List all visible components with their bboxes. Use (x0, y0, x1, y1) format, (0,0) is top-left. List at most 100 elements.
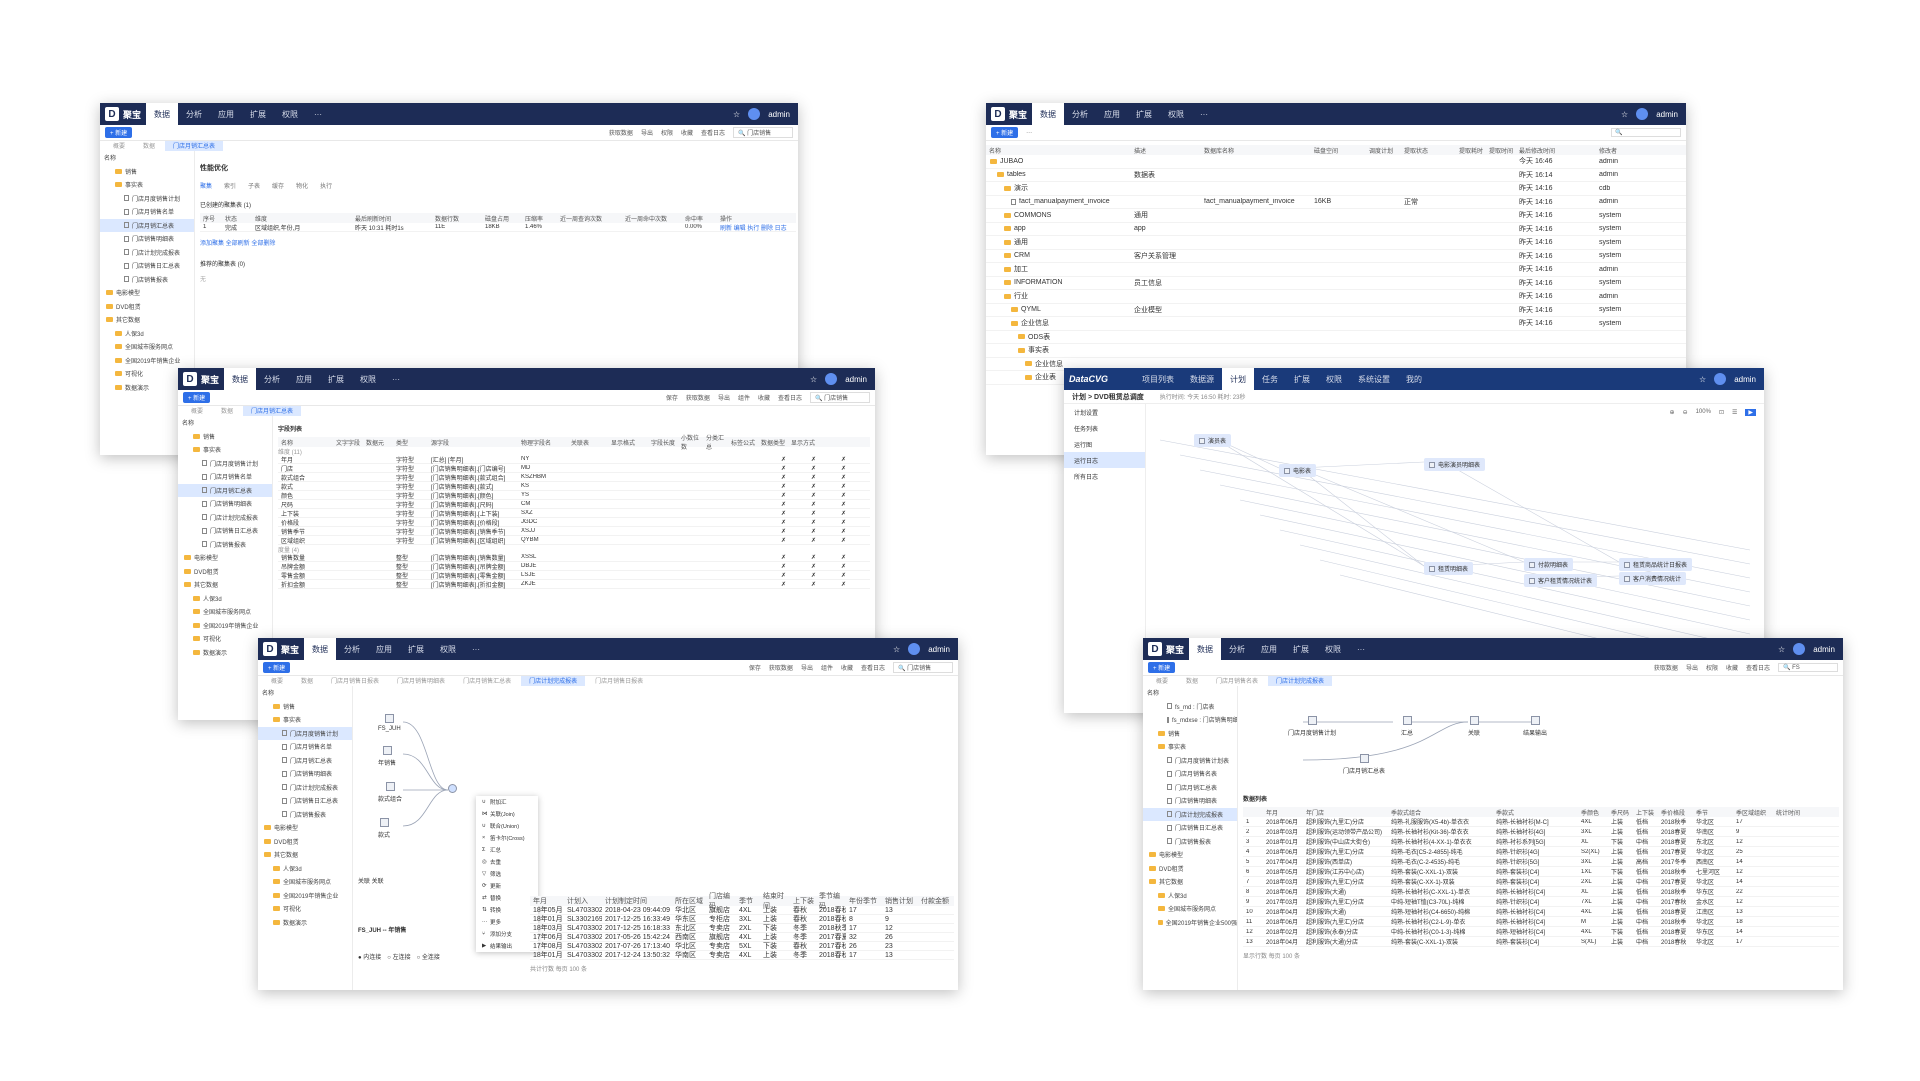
log-button[interactable]: 查看日志 (1746, 663, 1770, 672)
delete-icon[interactable]: ✗ (838, 510, 868, 517)
nav-analysis[interactable]: 分析 (256, 368, 288, 390)
delete-icon[interactable]: ✗ (838, 572, 868, 579)
sidebar-item[interactable]: 门店销售日汇总表 (178, 524, 272, 538)
nav-data[interactable]: 数据 (224, 368, 256, 390)
flow-node[interactable]: 款式 (378, 818, 390, 839)
sidebar-item[interactable]: 数据演示 (258, 916, 352, 930)
sidebar-item[interactable]: 其它数据 (100, 313, 194, 327)
tab[interactable]: 门店计划完成报表 (1268, 676, 1333, 686)
component-button[interactable]: 组件 (821, 663, 833, 672)
nav-item[interactable]: 项目列表 (1134, 368, 1182, 390)
sidebar-item[interactable]: 门店销售明细表 (1143, 794, 1237, 808)
nav-permission[interactable]: 权限 (432, 638, 464, 660)
delete-icon[interactable]: ✗ (778, 572, 808, 579)
sidebar-item[interactable]: 门店销售日汇总表 (1143, 821, 1237, 835)
nav-data[interactable]: 数据 (146, 103, 178, 125)
nav-permission[interactable]: 权限 (1160, 103, 1192, 125)
delete-icon[interactable]: ✗ (808, 474, 838, 481)
avatar[interactable] (1636, 108, 1649, 120)
nav-permission[interactable]: 权限 (274, 103, 306, 125)
flow-node[interactable]: 结果输出 (1523, 716, 1547, 737)
delete-icon[interactable]: ✗ (838, 492, 868, 499)
star-icon[interactable]: ☆ (1778, 645, 1785, 654)
sidebar-item[interactable]: DVD租赁 (1143, 862, 1237, 876)
export-button[interactable]: 导出 (801, 663, 813, 672)
nav-item[interactable]: 权限 (1318, 368, 1350, 390)
sidebar-item[interactable]: 门店月销售名单 (178, 470, 272, 484)
avatar[interactable] (748, 108, 761, 120)
delete-icon[interactable]: ✗ (778, 510, 808, 517)
join-mode-option[interactable]: ○ 全连接 (417, 952, 440, 961)
user-name[interactable]: admin (845, 375, 867, 384)
tab[interactable]: 门店月销售名表 (1208, 676, 1266, 686)
join-mode-option[interactable]: ● 内连接 (358, 952, 381, 961)
delete-icon[interactable]: ✗ (838, 474, 868, 481)
table-row[interactable]: 17年06月 SL4703302 2017-05-26 15:42:24 西南区 旗舰店… (530, 933, 954, 942)
sidebar-item[interactable]: 销售 (258, 700, 352, 714)
avatar[interactable] (908, 643, 921, 655)
fit-icon[interactable]: ⊡ (1719, 409, 1724, 416)
nav-data[interactable]: 数据 (1032, 103, 1064, 125)
get-data-button[interactable]: 获取数据 (686, 393, 710, 402)
delete-icon[interactable]: ✗ (838, 563, 868, 570)
graph-node[interactable]: 电影演员明细表 (1424, 458, 1486, 471)
app-logo[interactable]: D 聚宝 (178, 368, 224, 390)
delete-icon[interactable]: ✗ (778, 537, 808, 544)
tab[interactable]: 门店计划完成报表 (521, 676, 586, 686)
sidebar-item[interactable]: 销售 (1143, 727, 1237, 741)
log-button[interactable]: 查看日志 (778, 393, 802, 402)
table-row[interactable]: 1 完成 区域组织,年份,月 昨天 10:31 耗时1s 11E 18KB 1.46% 0.0… (200, 223, 796, 232)
sidebar-item[interactable]: 人保3d (1143, 889, 1237, 903)
export-button[interactable]: 导出 (1686, 663, 1698, 672)
more-icon[interactable]: ··· (1026, 130, 1032, 136)
sidebar-item[interactable]: 其它数据 (178, 578, 272, 592)
nav-item[interactable]: 任务 (1254, 368, 1286, 390)
sidebar-item[interactable]: 门店计划完成报表 (100, 246, 194, 260)
sidebar-item[interactable]: 门店销售明细表 (178, 497, 272, 511)
delete-icon[interactable]: ✗ (808, 501, 838, 508)
delete-icon[interactable]: ✗ (808, 465, 838, 472)
delete-icon[interactable]: ✗ (778, 519, 808, 526)
user-name[interactable]: admin (928, 645, 950, 654)
flow-canvas[interactable] (1243, 698, 1843, 788)
table-row[interactable]: 10 2018年04月 超利服饰(大通) 纯熟-短袖衬衫(C4-6650)-纯棉 纯熟-… (1243, 907, 1839, 917)
plan-menu-item[interactable]: 运行日志 (1064, 452, 1145, 468)
table-row[interactable]: 17年08月 SL4703302 2017-07-26 17:13:40 华北区 专卖店… (530, 942, 954, 951)
delete-icon[interactable]: ✗ (778, 483, 808, 490)
sidebar-item[interactable]: 门店销售报表 (178, 538, 272, 552)
nav-analysis[interactable]: 分析 (1064, 103, 1096, 125)
export-button[interactable]: 导出 (718, 393, 730, 402)
delete-icon[interactable]: ✗ (808, 519, 838, 526)
sidebar-item[interactable]: 门店销售日汇总表 (258, 794, 352, 808)
delete-icon[interactable]: ✗ (778, 581, 808, 588)
table-row[interactable]: 5 2017年04月 超利服饰(西单店) 纯熟-毛衣(C-2-4535)-纯毛 纯熟-针… (1243, 857, 1839, 867)
nav-item[interactable]: 我的 (1398, 368, 1430, 390)
sidebar-item[interactable]: 门店月销售名单 (100, 205, 194, 219)
nav-app[interactable]: 应用 (288, 368, 320, 390)
sidebar-item[interactable]: 门店月销汇总表 (258, 754, 352, 768)
delete-icon[interactable]: ✗ (808, 510, 838, 517)
table-row[interactable]: 企业信息 昨天 14:16 system (986, 317, 1686, 331)
favorite-button[interactable]: 收藏 (758, 393, 770, 402)
table-row[interactable]: QYML 企业模型 昨天 14:16 system (986, 304, 1686, 317)
nav-analysis[interactable]: 分析 (336, 638, 368, 660)
delete-icon[interactable]: ✗ (778, 563, 808, 570)
delete-icon[interactable]: ✗ (838, 501, 868, 508)
sidebar-item[interactable]: 人保3d (178, 592, 272, 606)
zoom-in-icon[interactable]: ⊕ (1670, 409, 1675, 416)
avatar[interactable] (1714, 373, 1727, 385)
new-button[interactable]: + 新建 (1148, 662, 1176, 673)
operator-menu-item[interactable]: ⟳ 更新 (476, 880, 538, 892)
tab-overview[interactable]: 概要 (183, 406, 211, 416)
delete-icon[interactable]: ✗ (808, 581, 838, 588)
table-row[interactable]: 11 2018年06月 超利服饰(九里汇)分店 纯熟-长袖衬衫(C2-L-9)-单衣 纯… (1243, 917, 1839, 927)
table-row[interactable]: INFORMATION 员工信息 昨天 14:16 system (986, 277, 1686, 290)
user-name[interactable]: admin (1813, 645, 1835, 654)
star-icon[interactable]: ☆ (1699, 375, 1706, 384)
search-input[interactable]: 🔍 门店销售 (810, 392, 870, 403)
nav-more[interactable]: ··· (1349, 638, 1373, 660)
nav-item[interactable]: 扩展 (1286, 368, 1318, 390)
sidebar-item[interactable]: DVD租赁 (100, 300, 194, 314)
sidebar-item[interactable]: 事实表 (178, 443, 272, 457)
nav-extend[interactable]: 扩展 (1128, 103, 1160, 125)
